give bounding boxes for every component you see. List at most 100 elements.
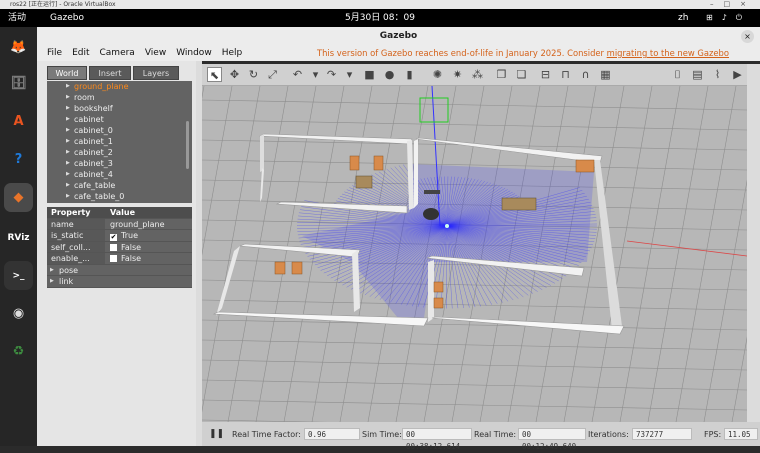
redo-icon[interactable]: ↷	[324, 67, 339, 82]
directional-light-icon[interactable]: ⁂	[470, 67, 485, 82]
tree-item-ground-plane[interactable]: ground_plane	[47, 81, 192, 92]
property-value[interactable]: ✔ True	[107, 230, 138, 242]
scene-toolbar: ⬉ ✥ ↻ ⤢ ↶ ▾ ↷ ▾ ■ ● ▮ ✺ ✷ ⁂ ❐ ❏ ⊟ ⊓ ∩ ▦ ⌷ ▤ ⌇ ▶	[202, 64, 747, 86]
gnome-top-bar: 活动 Gazebo 5月30日 08：09 zh ⊞♪⏻	[0, 9, 760, 27]
copy-icon[interactable]: ❐	[494, 67, 509, 82]
undo-icon[interactable]: ↶	[290, 67, 305, 82]
window-title: Gazebo	[379, 31, 418, 41]
fps-value: 11.05	[724, 428, 758, 440]
tree-item-cafe-table-0[interactable]: cafe_table_0	[47, 191, 192, 202]
property-value-text: False	[121, 254, 142, 263]
dock-trash-icon[interactable]: ♻	[4, 337, 33, 366]
rtf-label: Real Time Factor:	[232, 430, 301, 439]
dock-disc-icon[interactable]: ◉	[4, 299, 33, 328]
menu-help[interactable]: Help	[217, 46, 248, 61]
sim-time-value: 00 00:38:12.614	[402, 428, 472, 451]
property-row: name ground_plane	[47, 218, 192, 231]
property-expander-link[interactable]: link	[47, 276, 192, 288]
dock-gazebo-icon[interactable]: ◆	[4, 183, 33, 212]
menu-view[interactable]: View	[140, 46, 171, 61]
fps-label: FPS:	[704, 430, 722, 439]
plot-icon[interactable]: ⌇	[710, 67, 725, 82]
undo-dropdown-icon[interactable]: ▾	[308, 67, 323, 82]
tree-item-bookshelf[interactable]: bookshelf	[47, 103, 192, 114]
virtualbox-window-controls[interactable]: –□×	[710, 0, 756, 9]
point-light-icon[interactable]: ✺	[430, 67, 445, 82]
menu-edit[interactable]: Edit	[67, 46, 94, 61]
cylinder-shape-icon[interactable]: ▮	[402, 67, 417, 82]
dock-firefox-icon[interactable]: 🦊	[4, 33, 33, 62]
tree-item-cabinet-0[interactable]: cabinet_0	[47, 125, 192, 136]
input-method-indicator[interactable]: zh	[678, 9, 688, 27]
system-tray-icons[interactable]: ⊞♪⏻	[706, 9, 751, 27]
spot-light-icon[interactable]: ✷	[450, 67, 465, 82]
iterations-value: 737277	[632, 428, 692, 440]
rtf-value: 0.96	[304, 428, 360, 440]
3d-viewport[interactable]	[202, 86, 747, 422]
align-icon[interactable]: ⊟	[538, 67, 553, 82]
migrate-link[interactable]: migrating to the new Gazebo	[607, 48, 729, 58]
tab-world[interactable]: World	[47, 66, 87, 80]
dock-software-icon[interactable]: A	[4, 107, 33, 136]
dock-terminal-icon[interactable]: >_	[4, 261, 33, 290]
video-icon[interactable]: ▶	[730, 67, 745, 82]
status-bar: ❚❚ Real Time Factor: 0.96 Sim Time: 00 0…	[202, 422, 760, 451]
scene-render	[202, 86, 747, 422]
close-window-button[interactable]: ×	[741, 30, 754, 43]
tree-item-cafe-table-1[interactable]: cafe_table_1	[47, 202, 192, 203]
property-header-value: Value	[110, 208, 136, 217]
dock-files-icon[interactable]: 🗄	[4, 69, 33, 98]
tree-item-cabinet-3[interactable]: cabinet_3	[47, 158, 192, 169]
property-value[interactable]: False	[107, 253, 141, 265]
gazebo-window-title: Gazebo ×	[37, 27, 760, 46]
tree-item-cabinet-1[interactable]: cabinet_1	[47, 136, 192, 147]
tab-layers[interactable]: Layers	[133, 66, 179, 80]
menu-file[interactable]: File	[37, 46, 67, 61]
tree-item-cabinet-4[interactable]: cabinet_4	[47, 169, 192, 180]
property-key: name	[47, 218, 105, 229]
redo-dropdown-icon[interactable]: ▾	[342, 67, 357, 82]
property-value[interactable]: False	[107, 242, 141, 254]
scale-icon[interactable]: ⤢	[265, 67, 280, 82]
tree-scrollbar[interactable]	[186, 121, 189, 169]
menu-window[interactable]: Window	[171, 46, 217, 61]
virtualbox-title: ros22 [正在运行] - Oracle VirtualBox	[10, 1, 116, 8]
world-tree[interactable]: ground_planeroombookshelfcabinetcabinet_…	[47, 81, 192, 203]
menu-camera[interactable]: Camera	[95, 46, 140, 61]
property-checkbox[interactable]	[110, 243, 117, 251]
screenshot-icon[interactable]: ⌷	[670, 67, 685, 82]
translate-icon[interactable]: ✥	[227, 67, 242, 82]
property-key: enable_...	[47, 253, 105, 264]
property-value-text: ground_plane	[110, 219, 165, 229]
property-expander-pose[interactable]: pose	[47, 265, 192, 276]
pause-icon[interactable]: ❚❚	[209, 429, 224, 439]
tree-item-cafe-table[interactable]: cafe_table	[47, 180, 192, 191]
x-axis-line	[626, 240, 747, 257]
snap-icon[interactable]: ⊓	[558, 67, 573, 82]
menu-bar: File Edit Camera View Window Help This versio…	[37, 46, 760, 61]
box-shape-icon[interactable]: ■	[362, 67, 377, 82]
sphere-shape-icon[interactable]: ●	[382, 67, 397, 82]
grid-view-icon[interactable]: ▦	[598, 67, 613, 82]
tree-item-cabinet[interactable]: cabinet	[47, 114, 192, 125]
property-value[interactable]: ground_plane	[107, 219, 165, 231]
property-checkbox[interactable]	[110, 255, 117, 262]
tree-item-room[interactable]: room	[47, 92, 192, 103]
real-time-value: 00 00:12:49.640	[518, 428, 586, 451]
tab-insert[interactable]: Insert	[89, 66, 131, 80]
measure-icon[interactable]: ∩	[578, 67, 593, 82]
clock[interactable]: 5月30日 08：09	[0, 9, 760, 27]
tree-item-cabinet-2[interactable]: cabinet_2	[47, 147, 192, 158]
log-icon[interactable]: ▤	[690, 67, 705, 82]
property-key: self_coll...	[47, 241, 105, 252]
right-splitter[interactable]	[747, 64, 760, 422]
dock-help-icon[interactable]: ?	[4, 145, 33, 174]
property-expander-label: link	[59, 277, 74, 286]
rotate-icon[interactable]: ↻	[246, 67, 261, 82]
property-expander-label: pose	[59, 265, 79, 275]
select-arrow-icon[interactable]: ⬉	[207, 67, 222, 82]
dock-rviz-icon[interactable]: RViz	[4, 223, 33, 252]
paste-icon[interactable]: ❏	[514, 67, 529, 82]
property-checkbox[interactable]: ✔	[110, 234, 117, 241]
eol-notice: This version of Gazebo reaches end-of-li…	[317, 46, 729, 61]
